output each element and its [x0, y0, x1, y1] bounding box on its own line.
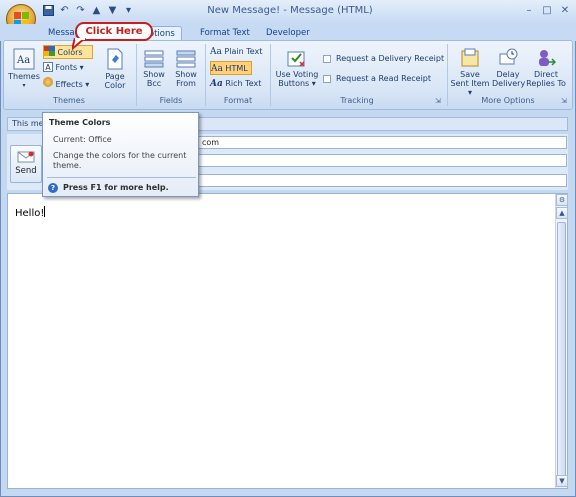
send-icon	[17, 151, 35, 163]
show-bcc-label: Show Bcc	[143, 70, 165, 88]
delay-delivery-icon	[499, 48, 518, 65]
page-color-label: Page Color	[104, 72, 126, 90]
show-from-label: Show From	[175, 70, 197, 88]
direct-replies-label: Direct Replies To	[526, 70, 566, 88]
delay-delivery-label: Delay Delivery	[492, 70, 526, 88]
click-here-callout: Click Here	[75, 22, 153, 41]
save-sent-item-button[interactable]: Save Sent Item ▾	[450, 48, 490, 97]
palette-icon	[44, 46, 55, 56]
page-color-icon	[107, 48, 123, 70]
save-icon[interactable]	[42, 5, 55, 17]
svg-text:Aa: Aa	[16, 55, 30, 66]
direct-replies-button[interactable]: Direct Replies To	[526, 48, 566, 88]
body-text-content: Hello!	[15, 208, 45, 219]
fonts-button[interactable]: A Fonts ▾	[43, 61, 93, 75]
tooltip-help: Press F1 for more help.	[63, 183, 169, 192]
rich-text-label: Rich Text	[225, 79, 262, 88]
group-separator	[205, 44, 206, 106]
tooltip-current: Current: Office	[53, 135, 112, 144]
voting-icon	[287, 51, 305, 67]
redo-icon[interactable]: ↷	[74, 5, 87, 17]
show-bcc-button[interactable]: Show Bcc	[140, 48, 168, 88]
fonts-label: Fonts	[55, 63, 78, 72]
qat-customize-icon[interactable]: ▾	[122, 5, 135, 17]
ruler-toggle-icon[interactable]: ⚙	[556, 194, 568, 206]
save-sent-label: Save Sent Item	[450, 70, 490, 88]
tooltip-divider	[47, 177, 196, 178]
format-group-label: Format	[223, 96, 253, 105]
vertical-scrollbar[interactable]: ⚙ ▲ ▼	[555, 194, 568, 488]
up-arrow-icon[interactable]: ▲	[90, 5, 103, 17]
theme-colors-tooltip: Theme Colors Current: Office Change the …	[42, 112, 199, 197]
page-color-button[interactable]: Page Color	[100, 48, 130, 90]
maximize-button[interactable]: □	[538, 4, 556, 18]
rich-text-icon: Aa	[210, 79, 223, 89]
delay-delivery-button[interactable]: Delay Delivery	[492, 48, 526, 88]
html-format-button[interactable]: Aa HTML	[210, 61, 252, 75]
tracking-launcher-icon[interactable]: ⇲	[435, 97, 441, 105]
tooltip-description: Change the colors for the current theme.	[53, 151, 187, 170]
themes-dropdown-icon: ▾	[22, 82, 26, 89]
send-button[interactable]: Send	[10, 145, 42, 183]
scroll-thumb[interactable]	[557, 222, 566, 484]
plain-text-button[interactable]: Aa Plain Text	[210, 45, 266, 59]
scroll-down-icon[interactable]: ▼	[556, 475, 568, 487]
cc-field[interactable]	[198, 154, 567, 167]
bcc-icon	[144, 50, 164, 68]
themes-label: Themes	[8, 72, 40, 81]
read-receipt-label: Request a Read Receipt	[336, 74, 432, 83]
to-field[interactable]: com	[198, 136, 567, 149]
tooltip-title: Theme Colors	[49, 118, 111, 127]
show-from-button[interactable]: Show From	[172, 48, 200, 88]
html-format-icon: Aa	[211, 64, 223, 74]
close-button[interactable]: ✕	[556, 4, 574, 18]
group-separator	[270, 44, 271, 106]
more-options-launcher-icon[interactable]: ⇲	[561, 97, 567, 105]
effects-button[interactable]: Effects ▾	[43, 77, 93, 91]
text-caret	[44, 206, 46, 217]
from-icon	[176, 50, 196, 68]
effects-label: Effects	[55, 80, 83, 89]
fonts-icon: A	[43, 62, 53, 72]
tracking-group-label: Tracking	[340, 96, 374, 105]
themes-button[interactable]: Aa Themes ▾	[7, 48, 41, 90]
plain-text-label: Plain Text	[224, 47, 263, 56]
voting-buttons-button[interactable]: Use Voting Buttons ▾	[274, 48, 320, 88]
callout-pointer-icon	[72, 38, 86, 50]
scroll-up-icon[interactable]: ▲	[556, 207, 568, 219]
read-receipt-checkbox[interactable]: Request a Read Receipt	[323, 72, 447, 86]
themes-icon: Aa	[13, 48, 35, 70]
save-sent-icon	[461, 48, 479, 67]
tab-format-text[interactable]: Format Text	[194, 26, 256, 41]
minimize-button[interactable]: –	[520, 4, 538, 18]
subject-field[interactable]	[198, 174, 567, 187]
delivery-receipt-label: Request a Delivery Receipt	[336, 54, 445, 63]
fields-group-label: Fields	[159, 96, 183, 105]
themes-group-label: Themes	[53, 96, 85, 105]
effects-icon	[43, 77, 53, 87]
group-separator	[136, 44, 137, 106]
down-arrow-icon[interactable]: ▼	[106, 5, 119, 17]
body-text[interactable]: Hello!	[15, 206, 46, 219]
tab-developer[interactable]: Developer	[260, 26, 316, 41]
window-title: New Message! - Message (HTML)	[207, 5, 373, 16]
html-format-label: HTML	[225, 64, 248, 73]
delivery-receipt-checkbox[interactable]: Request a Delivery Receipt	[323, 52, 447, 66]
more-options-group-label: More Options	[481, 96, 535, 105]
undo-icon[interactable]: ↶	[58, 5, 71, 17]
rich-text-button[interactable]: Aa Rich Text	[210, 77, 266, 91]
delivery-receipt-check-icon	[323, 54, 331, 63]
plain-text-icon: Aa	[210, 47, 222, 57]
help-icon: ?	[48, 183, 58, 193]
send-label: Send	[15, 166, 37, 176]
voting-label: Use Voting Buttons	[275, 70, 319, 88]
message-body[interactable]	[7, 193, 568, 489]
read-receipt-check-icon	[323, 74, 331, 83]
direct-replies-icon	[539, 50, 556, 66]
